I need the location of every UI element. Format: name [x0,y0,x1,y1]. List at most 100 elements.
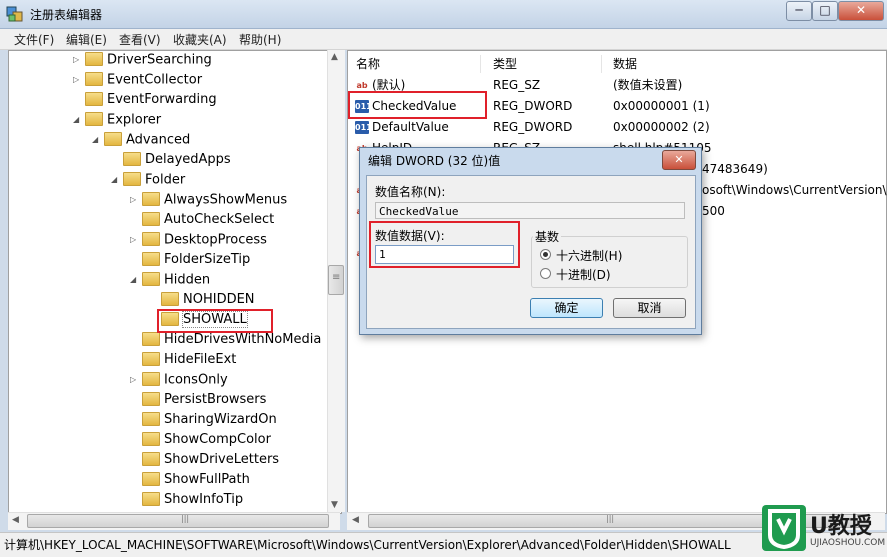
folder-icon [142,451,160,466]
showall-highlight-box [157,309,273,333]
tree-node[interactable]: HideFileExt [130,350,236,370]
minimize-button[interactable]: ─ [786,1,812,21]
tree-node[interactable]: PersistBrowsers [130,390,266,410]
menu-file[interactable]: 文件(F) [14,31,54,48]
tree-node[interactable]: ◢ Hidden [130,270,210,290]
collapse-arrow-icon[interactable]: ◢ [92,130,104,150]
scroll-up-icon[interactable]: ▲ [331,52,338,62]
tree-node[interactable]: ▷ DriverSearching [73,50,212,70]
tree-node-label: DelayedApps [145,152,231,167]
tree-node[interactable]: FolderSizeTip [130,250,250,270]
menu-help[interactable]: 帮助(H) [239,31,281,48]
hscroll-grip-icon: ||| [181,514,190,523]
decimal-radio-label[interactable]: 十进制(D) [556,266,611,283]
folder-icon [142,232,160,246]
base-label: 基数 [533,228,562,245]
folder-icon [142,211,160,226]
tree-node[interactable]: ShowCompColor [130,430,271,450]
value-name-field: CheckedValue [375,202,685,219]
value-name: DefaultValue [372,120,449,134]
tree-node[interactable]: ▷ DesktopProcess [130,230,267,250]
tree-node-label: ShowDriveLetters [164,452,280,467]
collapse-arrow-icon[interactable]: ◢ [73,110,85,130]
expand-arrow-icon[interactable]: ▷ [73,50,85,70]
tree-node-label: Explorer [107,112,162,128]
folder-icon [142,251,160,266]
tree-node[interactable]: ◢ Folder [111,170,185,190]
tree-node[interactable]: NOHIDDEN [149,290,255,310]
tree-node[interactable]: ▷ EventCollector [73,70,202,90]
value-data-partial: 500 [702,204,725,218]
list-item[interactable]: 011DefaultValue [355,117,449,137]
tree-node[interactable]: ◢ Advanced [92,130,190,150]
expand-arrow-icon[interactable]: ▷ [130,230,142,250]
tree-node[interactable]: SharingWizardOn [130,410,277,430]
close-button[interactable]: ✕ [838,1,884,21]
tree-node-label: IconsOnly [164,372,228,388]
tree-node[interactable]: EventForwarding [73,90,217,110]
tree-node[interactable]: ◢ Explorer [73,110,161,130]
tree-node[interactable]: AutoCheckSelect [130,210,274,230]
tree-node-label: EventForwarding [107,92,217,107]
folder-icon [123,172,141,186]
tree-node-label: EventCollector [107,72,203,88]
tree-node-label: HideDrivesWithNoMedia [164,332,322,347]
title-bar [0,0,887,29]
tree-node[interactable]: ShowInfoTip [130,490,243,510]
tree-node-label: DesktopProcess [164,232,267,248]
dialog-title: 编辑 DWORD (32 位)值 [368,154,501,168]
checkedvalue-highlight-box [348,91,487,119]
value-name: (默认) [372,78,406,92]
tree-node[interactable]: HideDrivesWithNoMedia [130,330,321,350]
folder-icon [142,331,160,346]
column-header-name[interactable]: 名称 [356,55,481,73]
ok-button[interactable]: 确定 [530,298,603,318]
value-data: 0x00000002 (2) [613,120,710,134]
watermark-name: U教授 [810,514,872,539]
tree-node[interactable]: ▷ AlwaysShowMenus [130,190,287,210]
tree-node-label: FolderSizeTip [164,252,251,267]
tree-node[interactable]: ShowDriveLetters [130,450,279,470]
expand-arrow-icon[interactable]: ▷ [130,370,142,390]
value-data-highlight-box [369,221,520,268]
expand-arrow-icon[interactable]: ▷ [130,190,142,210]
tree-node-label: DriverSearching [107,52,212,68]
watermark-logo [762,505,806,551]
maximize-button[interactable]: □ [812,1,838,21]
scroll-down-icon[interactable]: ▼ [331,500,338,510]
tree-node-label: Folder [145,172,186,188]
folder-icon [85,91,103,106]
registry-editor-icon [6,5,24,23]
watermark-url: UJIAOSHOU.COM [810,538,886,548]
tree-node-label: AutoCheckSelect [164,212,275,227]
collapse-arrow-icon[interactable]: ◢ [111,170,123,190]
menu-view[interactable]: 查看(V) [119,31,161,48]
tree-node[interactable]: DelayedApps [111,150,231,170]
tree-node[interactable]: ▷ IconsOnly [130,370,228,390]
value-data: 0x00000001 (1) [613,99,710,113]
tree-node[interactable]: ShowFullPath [130,470,250,490]
folder-icon [142,272,160,286]
tree-hscroll-thumb[interactable] [27,514,329,528]
folder-icon [142,491,160,506]
value-data: (数值未设置) [613,78,683,92]
decimal-radio[interactable] [540,268,551,279]
scroll-left-icon[interactable]: ◀ [12,515,19,525]
dialog-close-button[interactable]: ✕ [662,150,696,170]
hex-radio-label[interactable]: 十六进制(H) [556,247,622,264]
hex-radio[interactable] [540,249,551,260]
scroll-left-icon[interactable]: ◀ [352,515,359,525]
folder-icon [142,471,160,486]
folder-icon [142,192,160,206]
folder-icon [142,372,160,386]
column-header-type[interactable]: 类型 [493,55,602,73]
column-header-data[interactable]: 数据 [613,55,873,73]
menu-favorites[interactable]: 收藏夹(A) [173,31,227,48]
cancel-button[interactable]: 取消 [613,298,686,318]
tree-node-label: HideFileExt [164,352,237,367]
registry-path: 计算机\HKEY_LOCAL_MACHINE\SOFTWARE\Microsof… [4,538,731,552]
tree-node-label: ShowInfoTip [164,492,244,507]
menu-edit[interactable]: 编辑(E) [66,31,107,48]
expand-arrow-icon[interactable]: ▷ [73,70,85,90]
collapse-arrow-icon[interactable]: ◢ [130,270,142,290]
